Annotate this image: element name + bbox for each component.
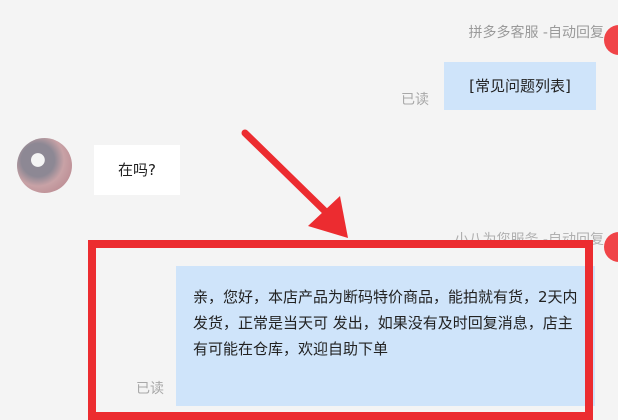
read-status: 已读 bbox=[136, 381, 164, 397]
user-avatar bbox=[17, 138, 72, 193]
agent-avatar bbox=[604, 232, 618, 262]
read-status: 已读 bbox=[401, 92, 429, 108]
customer-message-bubble: 在吗? bbox=[94, 145, 180, 195]
arrow-icon bbox=[241, 129, 348, 238]
faq-list-link[interactable]: [常见问题列表] bbox=[444, 62, 596, 110]
auto-reply-bubble: 亲，您好，本店产品为断码特价商品，能拍就有货，2天内发货，正常是当天可 发出，如… bbox=[176, 266, 595, 406]
sender-name: 小八为您服务 -自动回复 bbox=[454, 232, 604, 248]
agent-avatar bbox=[604, 25, 618, 55]
sender-name: 拼多多客服 -自动回复 bbox=[468, 25, 604, 41]
